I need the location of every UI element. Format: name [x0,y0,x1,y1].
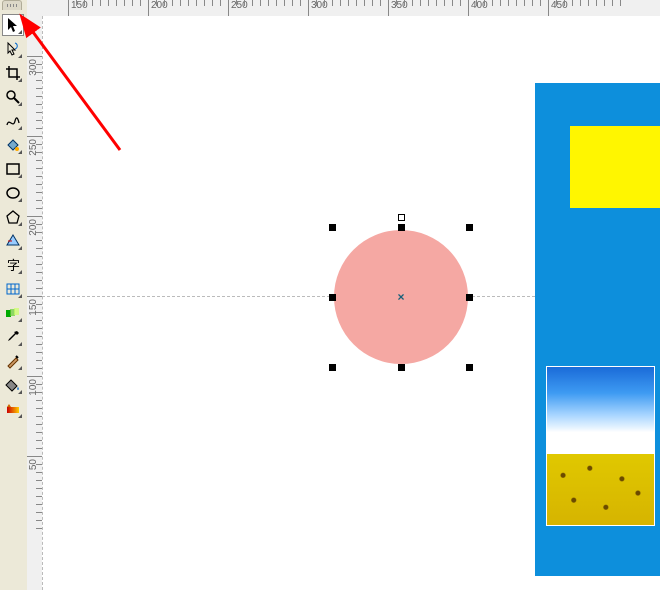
table-tool[interactable] [2,278,24,300]
text-tool[interactable]: 字 [2,254,24,276]
ruler-horizontal[interactable]: 150 200 250 300 350 400 450 [40,0,660,17]
polygon-tool[interactable] [2,206,24,228]
app-root: 字 150200250300350400450 3002502001501005… [0,0,660,590]
photo-sky-region [547,367,654,454]
ruler-h-label: 450 [551,0,568,11]
freehand-tool[interactable] [2,110,24,132]
selection-handle-w[interactable] [329,294,336,301]
selection-handle-s[interactable] [398,364,405,371]
selection-center-marker: × [396,292,406,302]
crop-tool[interactable] [2,62,24,84]
rectangle-tool[interactable] [2,158,24,180]
page-margin-left [42,16,43,590]
ruler-vertical[interactable]: 30025020015010050 [27,16,43,590]
ruler-h-label: 300 [311,0,328,11]
toolbox: 字 [0,0,28,590]
object-sunflower-photo[interactable] [546,366,655,526]
interactive-fill-tool[interactable] [2,398,24,420]
smart-fill-tool[interactable] [2,134,24,156]
ruler-h-label: 150 [71,0,88,11]
photo-field-region [547,454,654,525]
outline-tool[interactable] [2,350,24,372]
ruler-v-label: 150 [28,299,39,316]
selection-top-midpoint[interactable] [398,214,405,221]
selection-handle-n[interactable] [398,224,405,231]
object-yellow-rectangle[interactable] [570,126,660,208]
selection-handle-ne[interactable] [466,224,473,231]
ruler-h-label: 350 [391,0,408,11]
basic-shapes-tool[interactable] [2,230,24,252]
ruler-v-label: 300 [28,59,39,76]
selection-handle-sw[interactable] [329,364,336,371]
ruler-h-label: 200 [151,0,168,11]
ruler-v-label: 250 [28,139,39,156]
eyedropper-tool[interactable] [2,326,24,348]
selection-handle-nw[interactable] [329,224,336,231]
zoom-tool[interactable] [2,86,24,108]
ruler-v-label: 100 [28,379,39,396]
ellipse-tool[interactable] [2,182,24,204]
drawing-canvas[interactable]: × [42,16,660,590]
toolbox-grip[interactable] [2,0,22,10]
ruler-h-label: 400 [471,0,488,11]
blend-tool[interactable] [2,302,24,324]
selection-handle-se[interactable] [466,364,473,371]
pick-tool[interactable] [2,14,24,36]
selection-handle-e[interactable] [466,294,473,301]
fill-tool[interactable] [2,374,24,396]
shape-tool[interactable] [2,38,24,60]
ruler-v-label: 200 [28,219,39,236]
ruler-h-label: 250 [231,0,248,11]
